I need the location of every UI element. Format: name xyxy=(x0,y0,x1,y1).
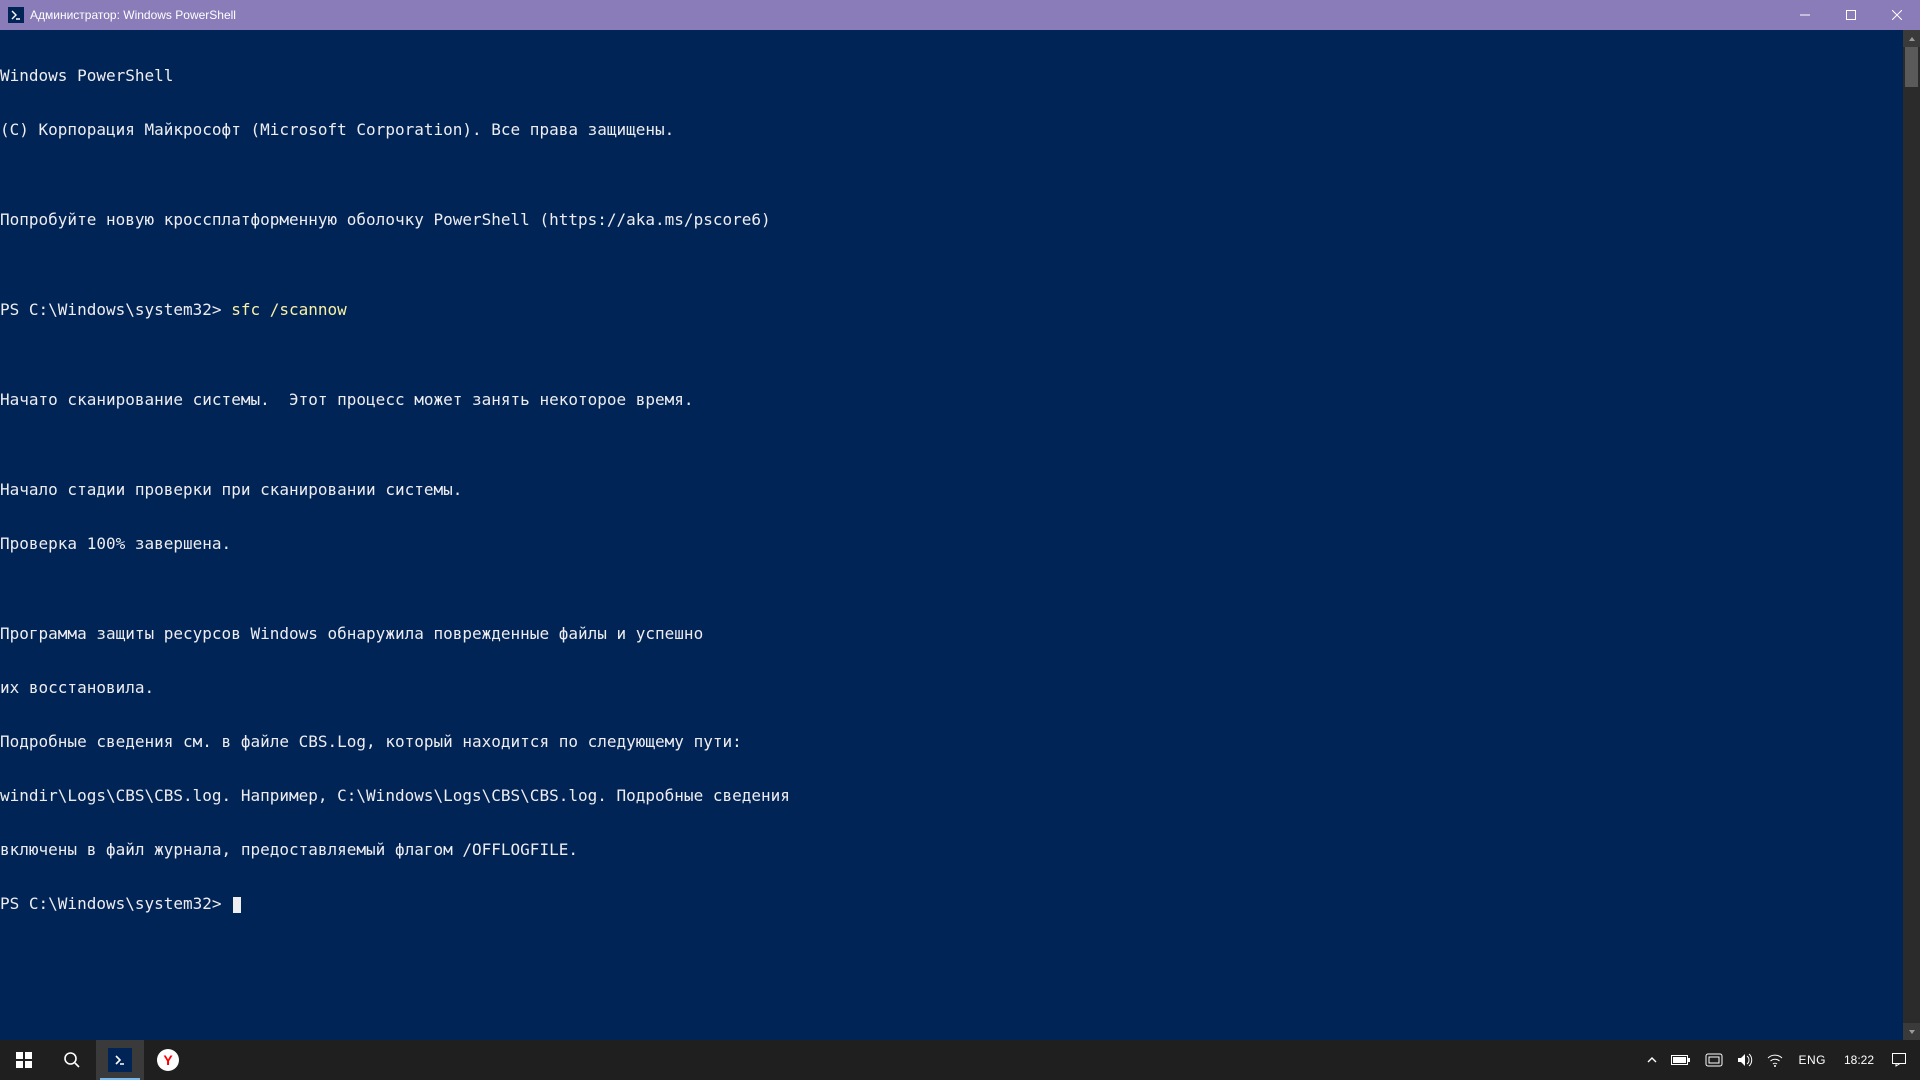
vertical-scrollbar[interactable] xyxy=(1903,30,1920,1040)
taskbar-powershell[interactable] xyxy=(96,1040,144,1080)
terminal-line: Начало стадии проверки при сканировании … xyxy=(0,481,1903,499)
terminal-line: Начато сканирование системы. Этот процес… xyxy=(0,391,1903,409)
powershell-icon xyxy=(8,7,24,23)
terminal-line: их восстановила. xyxy=(0,679,1903,697)
yandex-icon: Y xyxy=(157,1049,179,1071)
window-titlebar[interactable]: Администратор: Windows PowerShell xyxy=(0,0,1920,30)
language-text: ENG xyxy=(1798,1053,1826,1067)
tray-show-hidden[interactable] xyxy=(1640,1040,1664,1080)
tray-action-center[interactable] xyxy=(1884,1040,1914,1080)
tray-battery[interactable] xyxy=(1664,1040,1698,1080)
prompt-text: PS C:\Windows\system32> xyxy=(0,894,231,913)
terminal-line: Windows PowerShell xyxy=(0,67,1903,85)
terminal-area[interactable]: Windows PowerShell (C) Корпорация Майкро… xyxy=(0,30,1920,1040)
maximize-button[interactable] xyxy=(1828,0,1874,30)
taskbar-yandex-browser[interactable]: Y xyxy=(144,1040,192,1080)
terminal-output[interactable]: Windows PowerShell (C) Корпорация Майкро… xyxy=(0,30,1903,1040)
minimize-button[interactable] xyxy=(1782,0,1828,30)
terminal-line: Программа защиты ресурсов Windows обнару… xyxy=(0,625,1903,643)
volume-icon xyxy=(1737,1052,1753,1068)
chevron-up-icon xyxy=(1647,1055,1657,1065)
chevron-down-icon xyxy=(1908,1028,1916,1036)
tray-volume[interactable] xyxy=(1730,1040,1760,1080)
window-title: Администратор: Windows PowerShell xyxy=(30,8,236,22)
windows-logo-icon xyxy=(16,1052,32,1068)
battery-icon xyxy=(1671,1054,1691,1066)
scrollbar-thumb[interactable] xyxy=(1905,47,1918,87)
wifi-icon xyxy=(1767,1053,1783,1067)
terminal-prompt-line: PS C:\Windows\system32> sfc /scannow xyxy=(0,301,1903,319)
taskbar[interactable]: Y xyxy=(0,1040,1920,1080)
maximize-icon xyxy=(1846,10,1856,20)
powershell-icon xyxy=(108,1048,132,1072)
close-button[interactable] xyxy=(1874,0,1920,30)
scrollbar-track[interactable] xyxy=(1903,47,1920,1023)
close-icon xyxy=(1892,10,1902,20)
chevron-up-icon xyxy=(1908,35,1916,43)
start-button[interactable] xyxy=(0,1040,48,1080)
terminal-line: Подробные сведения см. в файле CBS.Log, … xyxy=(0,733,1903,751)
tray-onedrive[interactable] xyxy=(1698,1040,1730,1080)
scroll-up-button[interactable] xyxy=(1903,30,1920,47)
terminal-line: Проверка 100% завершена. xyxy=(0,535,1903,553)
scroll-down-button[interactable] xyxy=(1903,1023,1920,1040)
tray-language[interactable]: ENG xyxy=(1790,1040,1834,1080)
terminal-prompt-line: PS C:\Windows\system32> xyxy=(0,895,1903,913)
onedrive-icon xyxy=(1705,1053,1723,1067)
minimize-icon xyxy=(1800,10,1810,20)
tray-clock[interactable]: 18:22 xyxy=(1834,1040,1884,1080)
terminal-line: Попробуйте новую кроссплатформенную обол… xyxy=(0,211,1903,229)
search-icon xyxy=(63,1051,81,1069)
terminal-line: windir\Logs\CBS\CBS.log. Например, C:\Wi… xyxy=(0,787,1903,805)
clock-text: 18:22 xyxy=(1844,1053,1874,1067)
terminal-line: (C) Корпорация Майкрософт (Microsoft Cor… xyxy=(0,121,1903,139)
search-button[interactable] xyxy=(48,1040,96,1080)
tray-network[interactable] xyxy=(1760,1040,1790,1080)
taskbar-spacer xyxy=(192,1040,1640,1080)
cursor xyxy=(233,897,241,913)
terminal-line: включены в файл журнала, предоставляемый… xyxy=(0,841,1903,859)
command-text: sfc /scannow xyxy=(231,300,347,319)
prompt-text: PS C:\Windows\system32> xyxy=(0,300,231,319)
notification-icon xyxy=(1891,1052,1907,1068)
